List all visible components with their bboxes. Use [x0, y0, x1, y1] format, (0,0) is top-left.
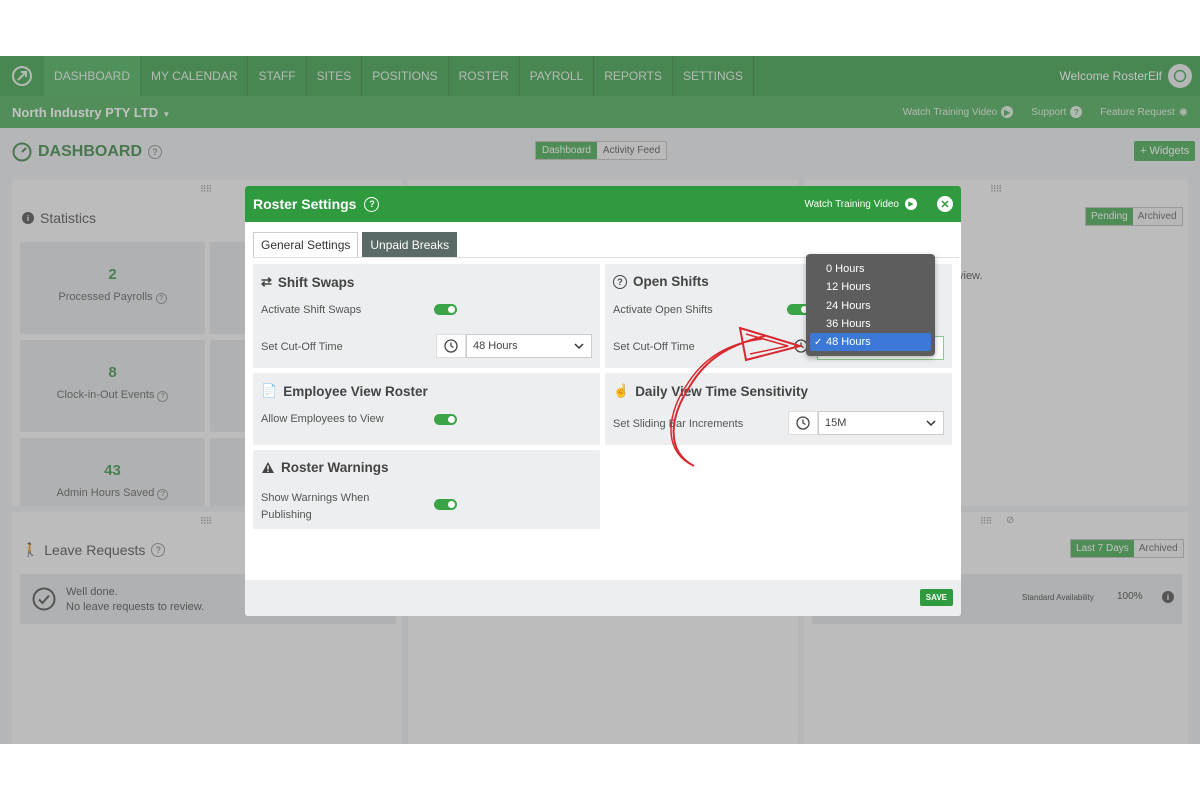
- red-arrow-annotation: [670, 326, 804, 467]
- app-window: DASHBOARD MY CALENDAR STAFF SITES POSITI…: [0, 56, 1200, 744]
